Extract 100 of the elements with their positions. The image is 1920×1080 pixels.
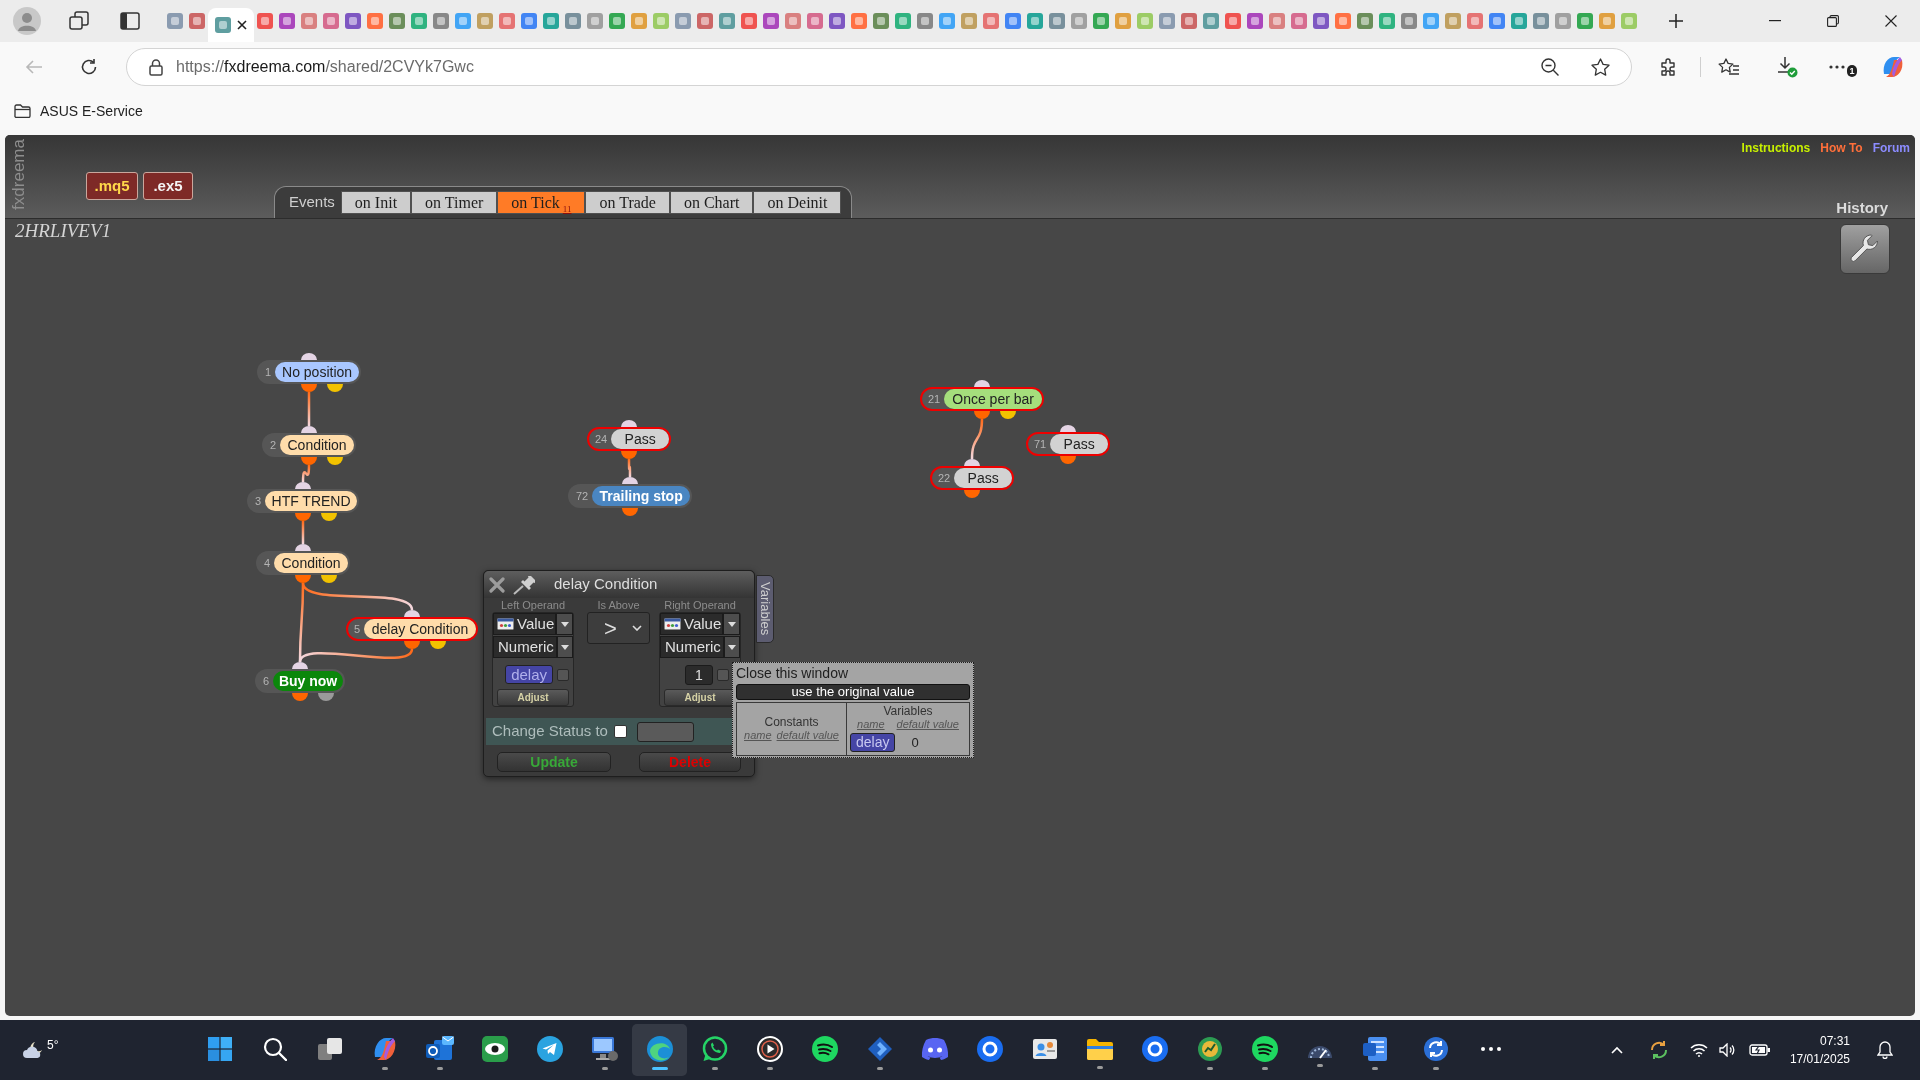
refresh-icon[interactable] <box>80 58 98 76</box>
flow-node[interactable]: 72 Trailing stop <box>568 484 692 508</box>
favicon-icon <box>521 13 537 29</box>
dropdown-button[interactable] <box>556 613 573 635</box>
ribbon-logo-icon[interactable] <box>1881 55 1905 79</box>
event-tab[interactable]: on Tick $_{11}$ <box>497 191 586 214</box>
favicon-icon <box>675 13 691 29</box>
favicon-icon <box>961 13 977 29</box>
event-tab[interactable]: on Chart <box>669 191 754 214</box>
dialog-button[interactable]: Update <box>497 752 611 772</box>
reset-button[interactable]: use the original value <box>736 684 970 700</box>
node-number: 24 <box>594 431 609 447</box>
minimize-icon[interactable] <box>1769 20 1781 22</box>
checkbox[interactable] <box>717 668 729 681</box>
flow-node[interactable]: 6 Buy now <box>255 669 345 693</box>
variables-tab[interactable]: Variables <box>756 575 774 643</box>
dropdown-button[interactable] <box>724 636 740 658</box>
node-number: 1 <box>264 364 273 380</box>
header-link[interactable]: How To <box>1820 139 1863 157</box>
type-dropdown[interactable]: Numeric <box>493 636 557 658</box>
more-icon[interactable] <box>1829 65 1845 69</box>
variable-chip[interactable]: delay <box>505 665 553 684</box>
event-tab[interactable]: on Timer <box>411 191 498 214</box>
favicon-icon <box>983 13 999 29</box>
value-field[interactable]: 1 <box>685 664 713 685</box>
bell-icon[interactable] <box>1877 1041 1893 1059</box>
colored-dots-icon <box>664 618 681 630</box>
sidebar-icon[interactable] <box>120 12 140 30</box>
profile-icon[interactable] <box>13 7 41 35</box>
header-link[interactable]: Forum <box>1872 139 1910 157</box>
dialog-title: delay Condition <box>554 574 658 595</box>
wifi-icon[interactable] <box>1689 1043 1708 1057</box>
source-dropdown[interactable]: Value <box>660 613 723 635</box>
favicon-icon <box>829 13 845 29</box>
favicon-icon <box>1599 13 1615 29</box>
flow-node[interactable]: 5 delay Condition <box>346 617 478 641</box>
favicon-icon <box>1555 13 1571 29</box>
flow-node[interactable]: 3 HTF TREND <box>247 489 359 513</box>
node-label: Trailing stop <box>592 486 690 506</box>
type-dropdown[interactable]: Numeric <box>660 636 724 658</box>
favicon-icon <box>1335 13 1351 29</box>
lock-icon[interactable] <box>149 58 163 76</box>
download-icon[interactable] <box>1776 56 1798 78</box>
close-window-link[interactable]: Close this window <box>736 665 849 682</box>
connector-line <box>970 418 984 460</box>
checkbox[interactable] <box>557 668 569 681</box>
panel-heading: Variables <box>883 705 933 718</box>
input-port-icon <box>964 459 980 466</box>
variable-chip[interactable]: delay <box>850 733 896 753</box>
flow-node[interactable]: 71 Pass <box>1026 432 1110 456</box>
volume-icon[interactable] <box>1718 1043 1735 1057</box>
pin-icon[interactable] <box>512 574 536 595</box>
restore-icon[interactable] <box>1827 15 1839 27</box>
history-link[interactable]: History <box>1836 197 1888 220</box>
header-link[interactable]: Instructions <box>1741 139 1811 157</box>
favorites-icon[interactable] <box>1718 58 1740 76</box>
favicon-icon <box>1049 13 1065 29</box>
favicon-icon <box>763 13 779 29</box>
taskbar-button[interactable] <box>632 1024 687 1076</box>
settings-button[interactable] <box>1840 224 1890 274</box>
flow-node[interactable]: 24 Pass <box>587 427 671 451</box>
close-icon[interactable] <box>1885 15 1897 27</box>
favicon-icon <box>1137 13 1153 29</box>
export-button[interactable]: .ex5 <box>143 172 193 200</box>
node-number: 2 <box>269 437 278 453</box>
favicon-icon <box>741 13 757 29</box>
status-field[interactable] <box>636 721 694 742</box>
dropdown-button[interactable] <box>723 613 740 635</box>
operator-heading: Is Above <box>597 599 640 612</box>
star-icon[interactable] <box>1591 58 1610 76</box>
flow-node[interactable]: 4 Condition <box>256 551 350 575</box>
new-tab-icon[interactable] <box>1668 13 1684 29</box>
flow-node[interactable]: 21 Once per bar <box>920 387 1044 411</box>
dropdown-button[interactable] <box>557 636 573 658</box>
event-tab[interactable]: on Deinit <box>753 191 842 214</box>
browser-tab[interactable] <box>208 8 254 42</box>
flow-node[interactable]: 2 Condition <box>262 433 356 457</box>
event-tab[interactable]: on Trade <box>585 191 670 214</box>
back-arrow-icon[interactable] <box>25 59 43 75</box>
sync-arrows-icon[interactable] <box>1648 1040 1669 1060</box>
source-dropdown[interactable]: Value <box>493 613 556 635</box>
column-header: default value <box>896 718 959 731</box>
wrench-icon <box>1849 233 1881 265</box>
flow-node[interactable]: 22 Pass <box>930 466 1014 490</box>
address-bar[interactable]: https://fxdreema.com/shared/2CVYk7Gwc <box>126 48 1632 86</box>
battery-icon[interactable] <box>1748 1043 1771 1057</box>
chevron-up-icon[interactable] <box>1610 1046 1623 1054</box>
favicon-icon <box>1181 13 1197 29</box>
flow-node[interactable]: 1 No position <box>257 360 361 384</box>
event-tab[interactable]: on Init <box>340 191 412 214</box>
operator-dropdown[interactable]: > <box>587 612 650 644</box>
export-button[interactable]: .mq5 <box>86 172 138 200</box>
zoom-out-icon[interactable] <box>1541 58 1559 76</box>
column-header: name <box>857 718 885 731</box>
checkbox[interactable] <box>613 725 627 738</box>
adjust-button[interactable]: Adjust <box>497 689 569 706</box>
clock-time: 07:31 <box>1819 1033 1850 1050</box>
favicon-icon <box>895 13 911 29</box>
stacked-squares-icon[interactable] <box>69 11 89 31</box>
bookmark-folder[interactable]: ASUS E-Service <box>14 97 147 125</box>
